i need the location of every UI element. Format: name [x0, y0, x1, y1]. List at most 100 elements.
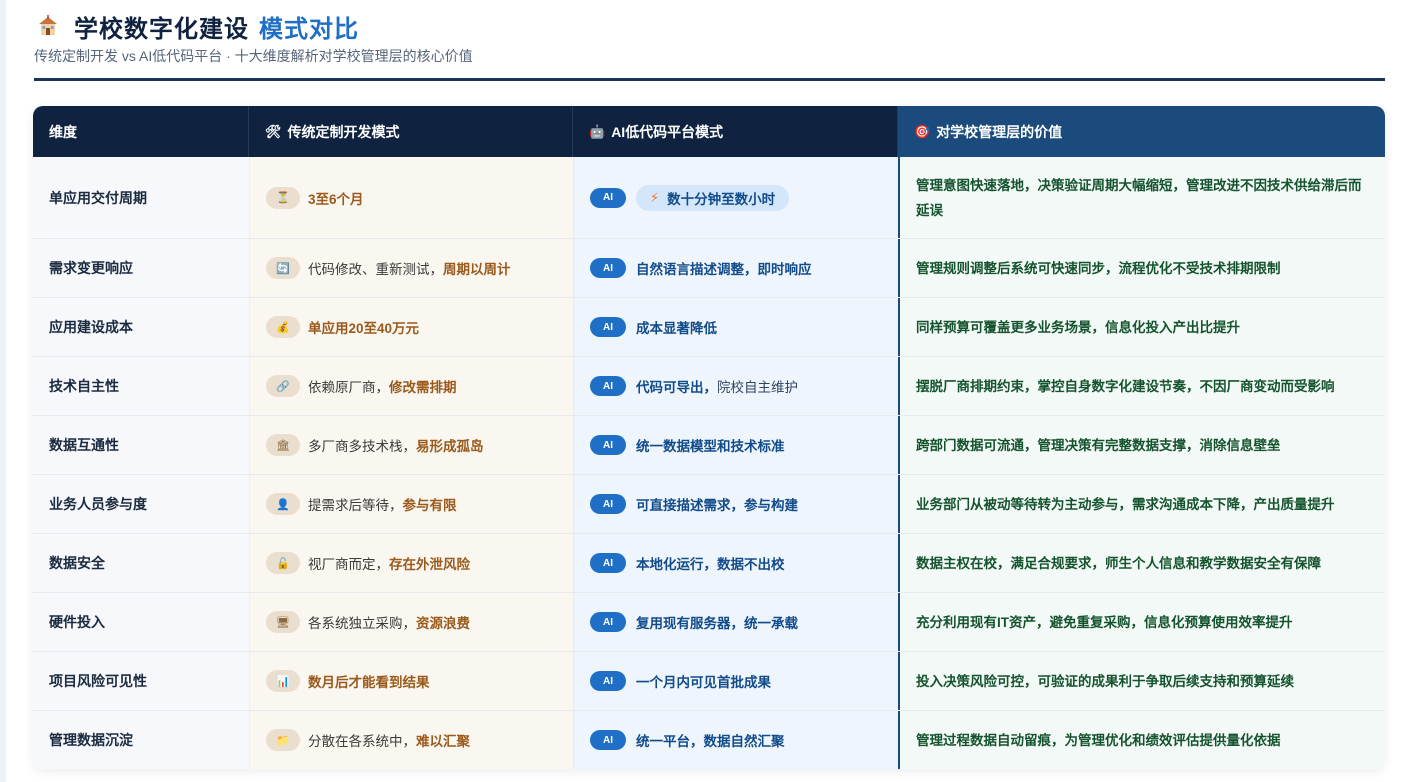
money-bag-icon: 💰	[266, 316, 300, 338]
page-subtitle: 传统定制开发 vs AI低代码平台 · 十大维度解析对学校管理层的核心价值	[34, 48, 473, 64]
header-value-label: 对学校管理层的价值	[936, 123, 1063, 140]
target-icon: 🎯	[914, 123, 931, 139]
ai-text: 一个月内可见首批成果	[636, 675, 771, 690]
ai-badge: AI	[590, 376, 626, 396]
unlock-icon: 🔓	[266, 552, 300, 574]
ai-text-rest: 院校自主维护	[717, 380, 798, 395]
traditional-highlight: 难以汇聚	[416, 734, 470, 749]
header-value: 🎯 对学校管理层的价值	[898, 106, 1385, 157]
traditional-cell: 💰 单应用20至40万元	[249, 298, 573, 356]
traditional-highlight: 单应用20至40万元	[308, 321, 420, 336]
page-title-accent: 模式对比	[259, 15, 359, 43]
traditional-text: 分散在各系统中，	[308, 734, 416, 749]
table-row: 单应用交付周期 ⏳ 3至6个月 AI ⚡ 数十分钟至数小时 管理意图快速落地，决策验证周期大…	[33, 157, 1385, 238]
ai-cell: AI 可直接描述需求，参与构建	[573, 475, 898, 533]
traditional-highlight: 3至6个月	[308, 191, 364, 207]
ai-badge: AI	[590, 435, 626, 455]
value-cell: 摆脱厂商排期约束，掌控自身数字化建设节奏，不因厂商变动而受影响	[898, 357, 1385, 415]
header-divider	[34, 78, 1385, 81]
left-edge-strip	[0, 0, 6, 782]
value-cell: 数据主权在校，满足合规要求，师生个人信息和教学数据安全有保障	[898, 534, 1385, 592]
ai-cell: AI ⚡ 数十分钟至数小时	[573, 157, 898, 238]
traditional-text: 各系统独立采购，	[308, 616, 416, 631]
value-cell: 管理规则调整后系统可快速同步，流程优化不受技术排期限制	[898, 239, 1385, 297]
page-title: 学校数字化建设	[74, 15, 249, 43]
comparison-table: 维度 🛠 传统定制开发模式 🤖 AI低代码平台模式 🎯 对学校管理层的价值 单应…	[33, 106, 1385, 769]
dimension-cell: 业务人员参与度	[33, 475, 249, 533]
traditional-text: 提需求后等待，	[308, 498, 403, 513]
traditional-cell: 📊 数月后才能看到结果	[249, 652, 573, 710]
header-dimension-label: 维度	[49, 123, 77, 140]
dimension-cell: 需求变更响应	[33, 239, 249, 297]
ai-text: 成本显著降低	[636, 321, 717, 336]
ai-badge: AI	[590, 553, 626, 573]
traditional-cell: 👤 提需求后等待， 参与有限	[249, 475, 573, 533]
traditional-highlight: 修改需排期	[389, 380, 457, 395]
table-row: 需求变更响应 🔄 代码修改、重新测试， 周期以周计 AI 自然语言描述调整，即时响应 管理规…	[33, 238, 1385, 297]
title-row: 学校数字化建设 模式对比	[34, 10, 1385, 43]
header-traditional: 🛠 传统定制开发模式	[249, 106, 573, 157]
computer-icon: 🖥	[266, 611, 300, 633]
dimension-cell: 单应用交付周期	[33, 157, 249, 238]
traditional-text: 代码修改、重新测试，	[308, 262, 443, 277]
table-row: 硬件投入 🖥 各系统独立采购， 资源浪费 AI 复用现有服务器，统一承载 充分利用现有IT资…	[33, 592, 1385, 651]
header-ai-label: AI低代码平台模式	[611, 123, 724, 140]
robot-icon: 🤖	[589, 123, 606, 139]
ai-text: 数十分钟至数小时	[667, 191, 776, 207]
dimension-cell: 数据互通性	[33, 416, 249, 474]
refresh-icon: 🔄	[266, 257, 300, 279]
traditional-highlight: 存在外泄风险	[389, 557, 470, 572]
ai-text: 统一平台，数据自然汇聚	[636, 734, 785, 749]
header-traditional-label: 传统定制开发模式	[287, 123, 400, 140]
page-header: 学校数字化建设 模式对比 传统定制开发 vs AI低代码平台 · 十大维度解析对…	[34, 10, 1385, 66]
traditional-cell: 🔄 代码修改、重新测试， 周期以周计	[249, 239, 573, 297]
traditional-highlight: 资源浪费	[416, 616, 470, 631]
bar-chart-icon: 📊	[266, 670, 300, 692]
ai-cell: AI 自然语言描述调整，即时响应	[573, 239, 898, 297]
bank-icon: 🏛	[266, 434, 300, 456]
ai-cell: AI 统一平台，数据自然汇聚	[573, 711, 898, 769]
table-row: 应用建设成本 💰 单应用20至40万元 AI 成本显著降低 同样预算可覆盖更多业务场景，信…	[33, 297, 1385, 356]
dimension-cell: 管理数据沉淀	[33, 711, 249, 769]
traditional-text: 多厂商多技术栈，	[308, 439, 416, 454]
ai-text: 代码可导出，	[636, 380, 717, 395]
table-row: 数据互通性 🏛 多厂商多技术栈， 易形成孤岛 AI 统一数据模型和技术标准 跨部门数据可流通…	[33, 415, 1385, 474]
traditional-highlight: 易形成孤岛	[416, 439, 484, 454]
ai-text: 可直接描述需求，参与构建	[636, 498, 798, 513]
ai-cell: AI 本地化运行，数据不出校	[573, 534, 898, 592]
traditional-highlight: 周期以周计	[443, 262, 511, 277]
traditional-cell: 🔗 依赖原厂商， 修改需排期	[249, 357, 573, 415]
dimension-cell: 数据安全	[33, 534, 249, 592]
ai-text: 本地化运行，数据不出校	[636, 557, 785, 572]
table-header: 维度 🛠 传统定制开发模式 🤖 AI低代码平台模式 🎯 对学校管理层的价值	[33, 106, 1385, 157]
dimension-cell: 硬件投入	[33, 593, 249, 651]
ai-cell: AI 统一数据模型和技术标准	[573, 416, 898, 474]
ai-badge: AI	[590, 258, 626, 278]
table-body: 单应用交付周期 ⏳ 3至6个月 AI ⚡ 数十分钟至数小时 管理意图快速落地，决策验证周期大…	[33, 157, 1385, 769]
ai-badge: AI	[590, 494, 626, 514]
ai-cell: AI 一个月内可见首批成果	[573, 652, 898, 710]
hourglass-icon: ⏳	[266, 186, 300, 209]
dimension-cell: 项目风险可见性	[33, 652, 249, 710]
ai-badge: AI	[590, 612, 626, 632]
ai-text: 自然语言描述调整，即时响应	[636, 262, 812, 277]
value-cell: 管理意图快速落地，决策验证周期大幅缩短，管理改进不因技术供给滞后而延误	[898, 157, 1385, 238]
traditional-cell: 🔓 视厂商而定， 存在外泄风险	[249, 534, 573, 592]
value-cell: 管理过程数据自动留痕，为管理优化和绩效评估提供量化依据	[898, 711, 1385, 769]
traditional-cell: ⏳ 3至6个月	[249, 157, 573, 238]
traditional-text: 视厂商而定，	[308, 557, 389, 572]
link-icon: 🔗	[266, 375, 300, 397]
traditional-cell: 📁 分散在各系统中， 难以汇聚	[249, 711, 573, 769]
ai-highlight-pill: ⚡ 数十分钟至数小时	[636, 184, 790, 211]
value-cell: 投入决策风险可控，可验证的成果利于争取后续支持和预算延续	[898, 652, 1385, 710]
ai-badge: AI	[590, 730, 626, 750]
value-cell: 充分利用现有IT资产，避免重复采购，信息化预算使用效率提升	[898, 593, 1385, 651]
ai-badge: AI	[590, 187, 626, 208]
table-row: 项目风险可见性 📊 数月后才能看到结果 AI 一个月内可见首批成果 投入决策风险可控，可验…	[33, 651, 1385, 710]
traditional-text: 依赖原厂商，	[308, 380, 389, 395]
table-row: 业务人员参与度 👤 提需求后等待， 参与有限 AI 可直接描述需求，参与构建 业务部门从被动…	[33, 474, 1385, 533]
traditional-cell: 🖥 各系统独立采购， 资源浪费	[249, 593, 573, 651]
ai-cell: AI 成本显著降低	[573, 298, 898, 356]
lightning-icon: ⚡	[650, 189, 660, 205]
folder-icon: 📁	[266, 729, 300, 751]
